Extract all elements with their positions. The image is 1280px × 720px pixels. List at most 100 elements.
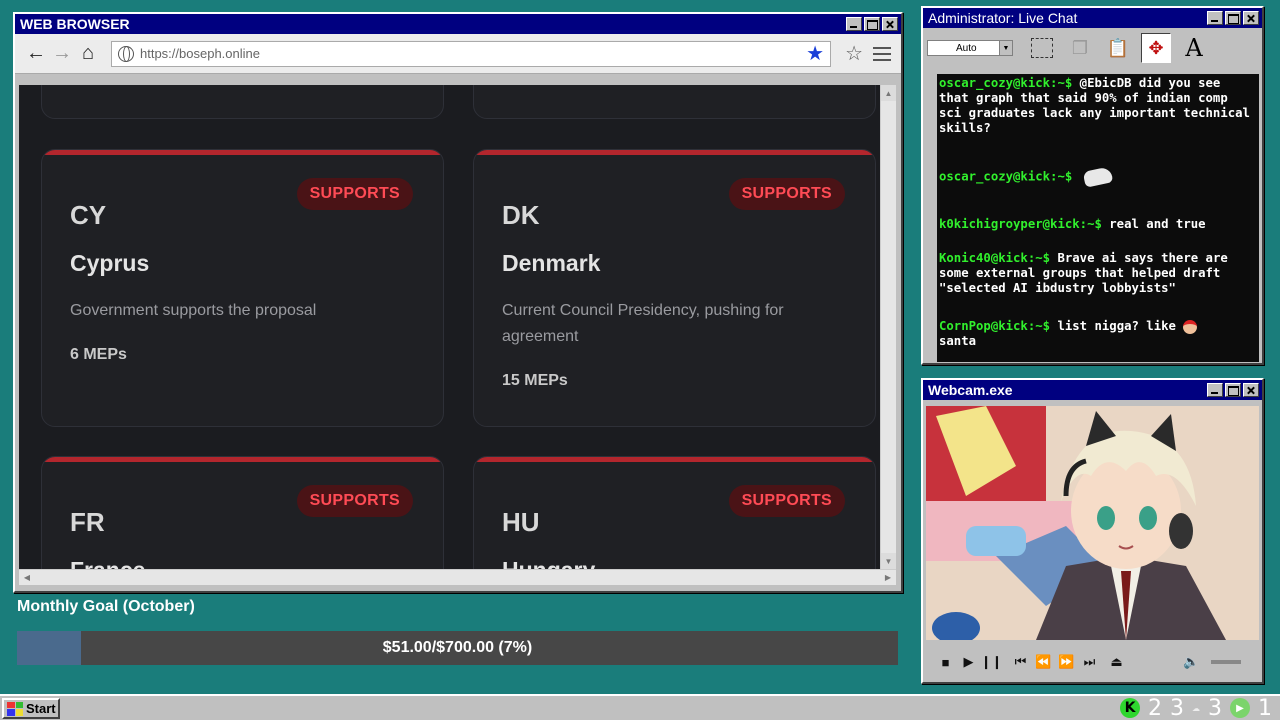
chat-message: oscar_cozy@kick:~$	[939, 166, 1255, 188]
chat-text: santa	[939, 334, 977, 348]
chat-window: Administrator: Live Chat Auto ▼ ❐ 📋 ✥ A …	[921, 6, 1264, 365]
hamburger-menu-icon[interactable]	[871, 45, 893, 63]
fast-forward-icon[interactable]: ⏩	[1055, 654, 1078, 670]
close-button[interactable]	[882, 17, 898, 31]
scroll-right-arrow-icon[interactable]: ▶	[880, 570, 896, 585]
start-label: Start	[26, 701, 56, 716]
paste-icon[interactable]: 📋	[1103, 33, 1133, 63]
volume-icon[interactable]: 🔈	[1180, 654, 1203, 670]
cat-emote-icon	[1080, 166, 1118, 188]
country-name: Denmark	[502, 250, 601, 276]
pause-icon[interactable]: ❙❙	[980, 654, 1003, 670]
country-name: Hungary	[502, 557, 595, 569]
select-rect-icon[interactable]	[1027, 33, 1057, 63]
play-circle-icon[interactable]: ▶	[1230, 698, 1250, 718]
font-size-value: Auto	[956, 42, 977, 54]
goal-progress-bar: $51.00/$700.00 (7%)	[17, 631, 898, 665]
country-description: Government supports the proposal	[70, 302, 317, 319]
country-card-france[interactable]: SUPPORTS FR France	[41, 456, 444, 569]
chat-username: k0kichigroyper@kick:~$	[939, 217, 1102, 231]
browser-toolbar: ← → ⌂ ★ ☆	[15, 34, 901, 74]
close-button[interactable]	[1243, 11, 1259, 25]
tray-number: 3	[1208, 695, 1222, 720]
chat-username: oscar_cozy@kick:~$	[939, 169, 1073, 184]
address-bar[interactable]: ★	[111, 40, 832, 67]
stop-icon[interactable]: ■	[934, 655, 957, 670]
taskbar: Start K 2 3 ☁ 3 ▶ 1	[0, 694, 1280, 720]
webcam-feed	[926, 406, 1259, 640]
chat-toolbar: Auto ▼ ❐ 📋 ✥ A	[923, 28, 1262, 68]
rewind-icon[interactable]: ⏪	[1032, 654, 1055, 670]
system-tray: K 2 3 ☁ 3 ▶ 1	[1120, 696, 1272, 720]
minimize-button[interactable]	[1207, 11, 1223, 25]
mep-count: 15 MEPs	[502, 372, 568, 389]
chat-title: Administrator: Live Chat	[928, 10, 1078, 26]
home-icon[interactable]: ⌂	[75, 41, 101, 67]
horizontal-scrollbar[interactable]: ◀ ▶	[19, 569, 896, 585]
country-code: HU	[502, 507, 540, 537]
forward-arrow-icon[interactable]: →	[49, 41, 75, 67]
skip-back-icon[interactable]: ⏮	[1009, 654, 1032, 670]
url-input[interactable]	[140, 46, 807, 61]
browser-window: WEB BROWSER ← → ⌂ ★ ☆ SUPPORTS CY Cyprus…	[13, 12, 903, 593]
play-icon[interactable]: ▶	[957, 654, 980, 670]
anime-avatar-illustration	[926, 406, 1259, 640]
move-icon[interactable]: ✥	[1141, 33, 1171, 63]
chat-message: oscar_cozy@kick:~$ @EbicDB did you see t…	[939, 76, 1255, 136]
webcam-titlebar[interactable]: Webcam.exe	[923, 380, 1262, 400]
minimize-button[interactable]	[1207, 383, 1223, 397]
tray-number: 2	[1148, 695, 1162, 720]
chat-message: k0kichigroyper@kick:~$ real and true	[939, 217, 1255, 232]
goal-progress-text: $51.00/$700.00 (7%)	[382, 639, 533, 656]
browser-titlebar[interactable]: WEB BROWSER	[15, 14, 901, 34]
status-badge: SUPPORTS	[728, 485, 845, 517]
maximize-button[interactable]	[1225, 11, 1241, 25]
globe-icon	[118, 45, 134, 62]
chat-username: Konic40@kick:~$	[939, 251, 1051, 265]
status-badge: SUPPORTS	[296, 485, 413, 517]
bookmark-star-icon[interactable]: ☆	[845, 41, 863, 66]
start-button[interactable]: Start	[2, 698, 60, 719]
chat-text: real and true	[1109, 217, 1206, 231]
bookmarked-star-icon[interactable]: ★	[806, 41, 824, 66]
chat-titlebar[interactable]: Administrator: Live Chat	[923, 8, 1262, 28]
font-icon[interactable]: A	[1179, 33, 1209, 63]
country-description: Current Council Presidency, pushing for …	[502, 302, 784, 345]
cozy-icon: ☁	[1192, 703, 1200, 713]
scroll-up-arrow-icon[interactable]: ▲	[881, 85, 896, 101]
windows-logo-icon	[7, 701, 23, 716]
mep-count: 6 MEPs	[70, 346, 127, 363]
webcam-title: Webcam.exe	[928, 382, 1013, 398]
chat-message: CornPop@kick:~$ list nigga? like santa	[939, 319, 1255, 349]
font-size-select[interactable]: Auto ▼	[927, 40, 1013, 56]
vertical-scrollbar[interactable]: ▲ ▼	[880, 85, 896, 569]
country-card-cyprus[interactable]: SUPPORTS CY Cyprus Government supports t…	[41, 149, 444, 427]
chevron-down-icon[interactable]: ▼	[999, 41, 1012, 55]
country-code: CY	[70, 200, 107, 230]
maximize-button[interactable]	[864, 17, 880, 31]
chat-username: oscar_cozy@kick:~$	[939, 76, 1073, 90]
santa-emote-icon	[1183, 319, 1198, 334]
skip-forward-icon[interactable]: ⏭	[1078, 654, 1101, 670]
country-code: DK	[502, 200, 540, 230]
eject-icon[interactable]: ⏏	[1105, 654, 1128, 670]
scroll-down-arrow-icon[interactable]: ▼	[881, 553, 896, 569]
country-card-hungary[interactable]: SUPPORTS HU Hungary	[473, 456, 876, 569]
close-button[interactable]	[1243, 383, 1259, 397]
status-badge: SUPPORTS	[728, 178, 845, 210]
country-card-denmark[interactable]: SUPPORTS DK Denmark Current Council Pres…	[473, 149, 876, 427]
chat-message: Konic40@kick:~$ Brave ai says there are …	[939, 251, 1255, 296]
goal-title: Monthly Goal (October)	[17, 598, 195, 615]
chat-username: CornPop@kick:~$	[939, 319, 1051, 333]
scroll-left-arrow-icon[interactable]: ◀	[19, 570, 35, 585]
minimize-button[interactable]	[846, 17, 862, 31]
copy-icon[interactable]: ❐	[1065, 33, 1095, 63]
browser-title: WEB BROWSER	[20, 16, 130, 32]
back-arrow-icon[interactable]: ←	[23, 41, 49, 67]
chat-log[interactable]: oscar_cozy@kick:~$ @EbicDB did you see t…	[937, 74, 1259, 362]
volume-slider[interactable]	[1211, 660, 1241, 664]
maximize-button[interactable]	[1225, 383, 1241, 397]
tray-number: 1	[1258, 695, 1272, 720]
scroll-thumb[interactable]	[882, 103, 895, 557]
kick-logo-icon[interactable]: K	[1120, 698, 1140, 718]
